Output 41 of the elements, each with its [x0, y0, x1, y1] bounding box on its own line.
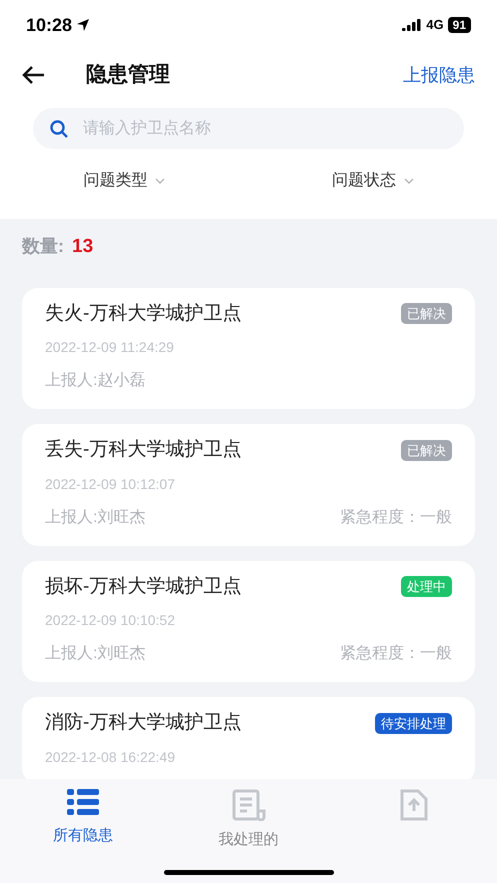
count-label: 数量:: [22, 235, 64, 258]
clock: 10:28: [26, 14, 72, 36]
hazard-title: 损坏-万科大学城护卫点: [45, 574, 242, 598]
hazard-card[interactable]: 失火-万科大学城护卫点 已解决 2022-12-09 11:24:29 上报人:赵小磊: [22, 288, 475, 409]
count-value: 13: [72, 235, 94, 259]
status-badge: 已解决: [401, 303, 452, 324]
chevron-down-icon: [404, 178, 414, 184]
list-icon: [66, 789, 99, 817]
chevron-down-icon: [155, 178, 166, 184]
hazard-card[interactable]: 消防-万科大学城护卫点 待安排处理 2022-12-08 16:22:49: [22, 697, 475, 779]
back-arrow-icon[interactable]: [22, 65, 46, 85]
reporter-text: 上报人:赵小磊: [45, 370, 146, 391]
status-badge: 待安排处理: [375, 712, 452, 734]
report-time: 2022-12-08 16:22:49: [45, 748, 176, 766]
hazard-title: 消防-万科大学城护卫点: [45, 711, 242, 735]
status-badge: 处理中: [401, 576, 452, 598]
hazard-card[interactable]: 损坏-万科大学城护卫点 处理中 2022-12-09 10:10:52 上报人:刘旺杰 紧急程度：一般: [22, 560, 475, 682]
search-icon: [49, 119, 69, 139]
signal-icon: [402, 19, 422, 31]
report-hazard-link[interactable]: 上报隐患: [403, 62, 475, 88]
report-time: 2022-12-09 10:12:07: [45, 474, 176, 494]
status-badge: 已解决: [401, 440, 452, 461]
hazard-card[interactable]: 丢失-万科大学城护卫点 已解决 2022-12-09 10:12:07 上报人:刘旺杰 紧急程度：一般: [22, 424, 475, 546]
reporter-text: 上报人:刘旺杰: [45, 644, 146, 664]
upload-file-icon: [399, 789, 430, 821]
tab-bar-item[interactable]: 所有隐患: [0, 789, 166, 848]
page-title: 隐患管理: [86, 62, 170, 88]
hazard-title: 丢失-万科大学城护卫点: [45, 438, 242, 462]
filter-dropdown[interactable]: 问题状态: [248, 163, 497, 199]
hazard-title: 失火-万科大学城护卫点: [45, 302, 242, 326]
location-arrow-icon: [76, 18, 90, 32]
urgency-text: 紧急程度：一般: [340, 644, 452, 664]
filter-dropdown[interactable]: 问题类型: [0, 163, 248, 199]
report-time: 2022-12-09 10:10:52: [45, 611, 176, 630]
report-time: 2022-12-09 11:24:29: [45, 338, 175, 357]
document-icon: [232, 789, 266, 821]
battery-indicator: 91: [448, 17, 471, 33]
reporter-text: 上报人:刘旺杰: [45, 508, 146, 528]
search-field[interactable]: 请输入护卫点名称: [33, 108, 464, 149]
urgency-text: 紧急程度：一般: [340, 508, 452, 528]
network-label: 4G: [426, 16, 444, 34]
